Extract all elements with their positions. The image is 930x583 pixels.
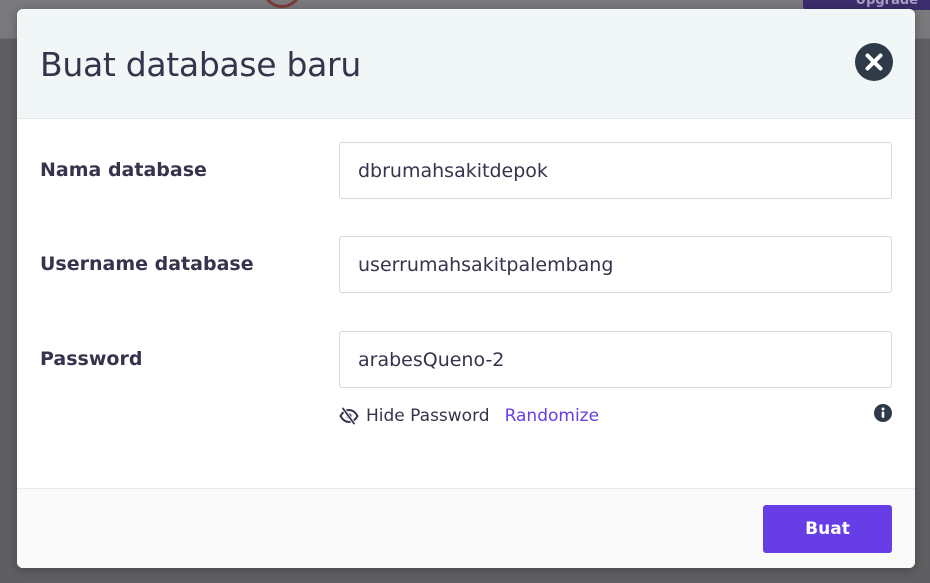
modal-title: Buat database baru — [40, 45, 361, 84]
backdrop-logo-mark — [262, 0, 302, 8]
close-button[interactable] — [855, 43, 893, 81]
randomize-link[interactable]: Randomize — [505, 406, 600, 426]
eye-slash-icon — [339, 407, 359, 425]
password-label: Password — [40, 348, 143, 370]
db-name-label: Nama database — [40, 159, 207, 181]
db-name-input[interactable] — [339, 142, 892, 199]
close-icon — [865, 53, 883, 71]
hide-password-label: Hide Password — [366, 406, 490, 426]
hide-password-toggle[interactable]: Hide Password — [339, 406, 490, 426]
modal-footer: Buat — [17, 488, 915, 568]
db-username-input[interactable] — [339, 236, 892, 293]
create-database-modal: Buat database baru Nama database Usernam… — [17, 9, 915, 568]
password-tools: Hide Password Randomize — [339, 403, 599, 429]
info-glyph — [881, 407, 885, 418]
db-username-label: Username database — [40, 253, 254, 275]
modal-header: Buat database baru — [17, 9, 915, 119]
info-icon[interactable] — [874, 404, 892, 422]
create-button[interactable]: Buat — [763, 505, 892, 553]
password-input[interactable] — [339, 331, 892, 388]
